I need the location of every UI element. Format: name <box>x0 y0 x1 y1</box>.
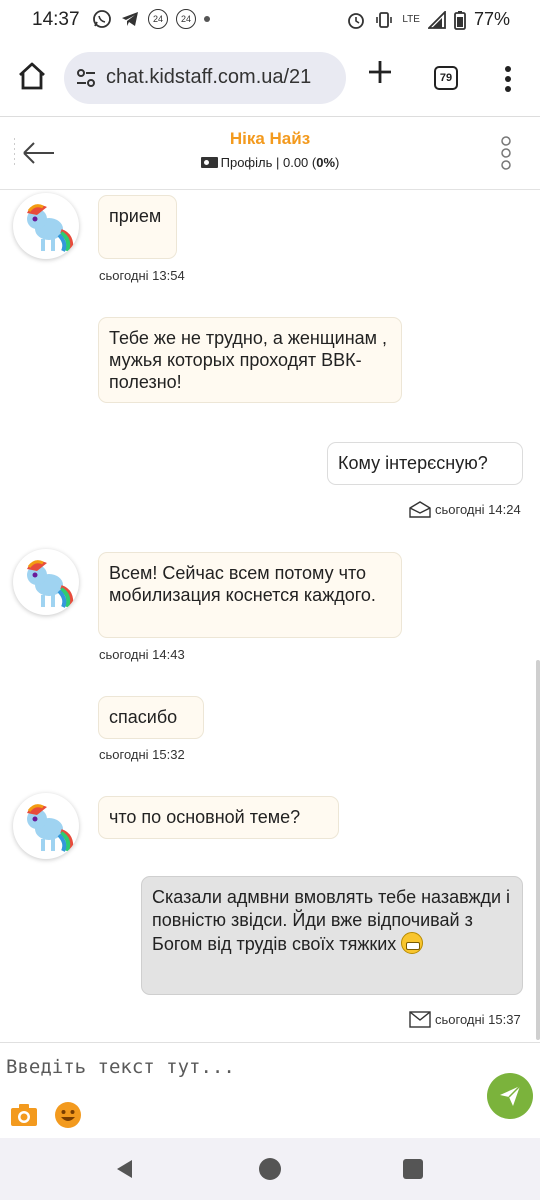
notification-icons: 24 24 <box>92 9 210 29</box>
message-bubble-incoming[interactable]: что по основной теме? <box>98 796 339 839</box>
alarm-icon <box>346 10 366 30</box>
profile-rating-line: Профіль | 0.00 (0%) <box>0 155 540 170</box>
news24-icon-2: 24 <box>176 9 196 29</box>
nav-recents-icon[interactable] <box>403 1159 423 1179</box>
message-bubble-outgoing[interactable]: Сказали адмвни вмовлять тебе назавжди і … <box>141 876 523 995</box>
chat-options-icon[interactable] <box>498 133 514 173</box>
browser-toolbar: chat.kidstaff.com.ua/21 79 <box>0 42 540 116</box>
avatar[interactable] <box>13 793 79 859</box>
telegram-icon <box>120 9 140 29</box>
nav-home-icon[interactable] <box>259 1158 281 1180</box>
rating-percent: 0% <box>316 155 336 170</box>
system-nav-bar <box>0 1138 540 1200</box>
rating-suffix: ) <box>335 155 340 170</box>
message-bubble-incoming[interactable]: Тебе же не трудно, а женщинам , мужья ко… <box>98 317 402 403</box>
profile-link[interactable]: Профіль <box>221 155 273 170</box>
vibrate-icon <box>374 10 394 30</box>
scrollbar[interactable] <box>536 660 540 1040</box>
battery-percent: 77% <box>473 9 510 29</box>
network-type: LTE <box>402 14 420 25</box>
status-time: 14:37 <box>32 9 80 30</box>
read-envelope-icon <box>409 501 431 518</box>
message-list[interactable]: прием сьогодні 13:54 Тебе же не трудно, … <box>0 190 540 1042</box>
message-timestamp-outgoing: сьогодні 14:24 <box>409 501 521 518</box>
grimacing-emoji-icon <box>401 932 424 954</box>
avatar[interactable] <box>13 549 79 615</box>
status-bar: 14:37 24 24 LTE 77% <box>0 0 540 42</box>
address-bar[interactable]: chat.kidstaff.com.ua/21 <box>64 52 346 104</box>
news24-icon: 24 <box>148 9 168 29</box>
tab-switcher-button[interactable]: 79 <box>434 66 458 90</box>
chat-partner-name[interactable]: Ніка Найз <box>0 129 540 149</box>
browser-menu-icon[interactable] <box>498 64 518 94</box>
profile-card-icon <box>200 157 218 168</box>
url-text: chat.kidstaff.com.ua/21 <box>106 66 312 88</box>
message-bubble-incoming[interactable]: Всем! Сейчас всем потому что мобилизация… <box>98 552 402 638</box>
message-timestamp-text: сьогодні 15:37 <box>435 1012 521 1027</box>
message-timestamp: сьогодні 14:43 <box>99 647 185 662</box>
chat-header: Ніка Найз Профіль | 0.00 (0%) <box>0 116 540 190</box>
message-timestamp-text: сьогодні 14:24 <box>435 502 521 517</box>
message-timestamp: сьогодні 15:32 <box>99 747 185 762</box>
whatsapp-icon <box>92 9 112 29</box>
message-composer <box>0 1042 540 1138</box>
message-bubble-incoming[interactable]: спасибо <box>98 696 204 739</box>
battery-icon <box>454 10 466 30</box>
camera-icon[interactable] <box>10 1103 38 1127</box>
message-bubble-outgoing[interactable]: Кому інтерєсную? <box>327 442 523 485</box>
signal-icon <box>427 10 446 29</box>
home-icon[interactable] <box>14 58 50 94</box>
site-settings-icon[interactable] <box>74 66 98 90</box>
nav-back-icon[interactable] <box>114 1158 136 1180</box>
unread-envelope-icon <box>409 1011 431 1028</box>
message-text: Сказали адмвни вмовлять тебе назавжди і … <box>152 887 511 954</box>
message-bubble-incoming[interactable]: прием <box>98 195 177 259</box>
message-timestamp-outgoing: сьогодні 15:37 <box>409 1011 521 1028</box>
message-input[interactable] <box>6 1047 476 1087</box>
send-button[interactable] <box>487 1073 533 1119</box>
rating-prefix: | 0.00 ( <box>272 155 317 170</box>
avatar[interactable] <box>13 193 79 259</box>
message-timestamp: сьогодні 13:54 <box>99 268 185 283</box>
more-notifications-dot <box>204 16 210 22</box>
send-icon <box>500 1085 521 1106</box>
new-tab-icon[interactable] <box>366 58 394 86</box>
emoji-icon[interactable] <box>54 1101 82 1129</box>
system-status-icons: LTE 77% <box>346 9 510 30</box>
